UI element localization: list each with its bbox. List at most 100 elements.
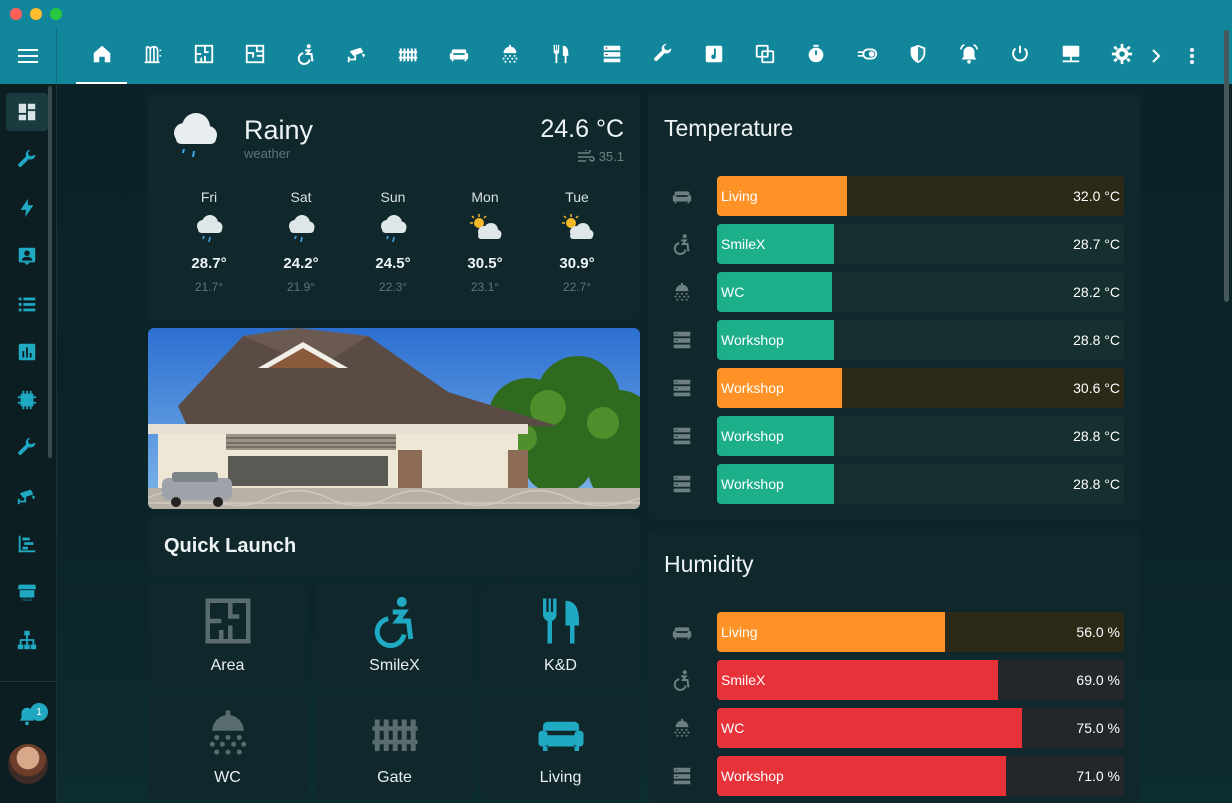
tab-cctv[interactable] bbox=[331, 28, 382, 84]
tab-toggle[interactable] bbox=[841, 28, 892, 84]
forecast-day: Fri 28.7° 21.7° bbox=[174, 189, 244, 294]
sensor-label: SmileX bbox=[721, 236, 766, 252]
tab-wheelchair[interactable] bbox=[280, 28, 331, 84]
sidebar-item-network[interactable] bbox=[6, 621, 48, 659]
sidebar-item-settings-tools[interactable] bbox=[6, 429, 48, 467]
copy-icon bbox=[754, 43, 776, 70]
sensor-row[interactable]: Workshop 28.8 °C bbox=[648, 320, 1140, 360]
sensor-row[interactable]: WC 28.2 °C bbox=[648, 272, 1140, 312]
view-tabs bbox=[76, 28, 1147, 84]
sidebar-item-overview[interactable] bbox=[6, 93, 48, 131]
partly-cloudy-icon bbox=[542, 209, 612, 249]
tab-home[interactable] bbox=[76, 28, 127, 84]
silverware-icon bbox=[550, 43, 572, 70]
more-vertical-icon[interactable] bbox=[1180, 44, 1204, 68]
sidebar-item-timeline[interactable] bbox=[6, 525, 48, 563]
sensor-row[interactable]: SmileX 69.0 % bbox=[648, 660, 1140, 700]
quick-launch-smilex[interactable]: SmileX bbox=[315, 583, 474, 687]
page-scrollbar[interactable] bbox=[1224, 30, 1229, 302]
tab-radiator[interactable] bbox=[127, 28, 178, 84]
forecast-low: 21.7° bbox=[194, 280, 224, 294]
server-icon bbox=[670, 473, 694, 495]
sensor-row[interactable]: Workshop 71.0 % bbox=[648, 756, 1140, 796]
sidebar-item-chip[interactable] bbox=[6, 381, 48, 419]
store-icon: HACS bbox=[17, 584, 37, 602]
sensor-bar: Living 56.0 % bbox=[717, 612, 1124, 652]
weather-wind: 35.1 bbox=[577, 149, 624, 164]
tab-server[interactable] bbox=[586, 28, 637, 84]
sensor-row[interactable]: Workshop 30.6 °C bbox=[648, 368, 1140, 408]
tab-floor-plan-alt[interactable] bbox=[229, 28, 280, 84]
temperature-title: Temperature bbox=[664, 115, 794, 141]
list-icon bbox=[18, 297, 36, 312]
quick-launch-wc[interactable]: WC bbox=[148, 695, 307, 799]
lightning-icon bbox=[20, 198, 34, 218]
sensor-row[interactable]: Workshop 28.8 °C bbox=[648, 464, 1140, 504]
tab-shower[interactable] bbox=[484, 28, 535, 84]
sofa-icon bbox=[670, 621, 694, 643]
sensor-label: Workshop bbox=[721, 380, 784, 396]
sidebar-item-list[interactable] bbox=[6, 285, 48, 323]
wheelchair-icon bbox=[670, 233, 694, 255]
sensor-row[interactable]: Living 32.0 °C bbox=[648, 176, 1140, 216]
sidebar-item-history[interactable] bbox=[6, 333, 48, 371]
sensor-row[interactable]: SmileX 28.7 °C bbox=[648, 224, 1140, 264]
sidebar-item-person[interactable] bbox=[6, 237, 48, 275]
weather-condition: Rainy bbox=[244, 115, 314, 145]
wind-icon bbox=[577, 149, 595, 162]
house-photo bbox=[148, 328, 640, 509]
sidebar-item-energy[interactable] bbox=[6, 189, 48, 227]
forecast-high: 28.7° bbox=[191, 255, 227, 272]
tab-floor-plan[interactable] bbox=[178, 28, 229, 84]
forecast-day: Sat 24.2° 21.9° bbox=[266, 189, 336, 294]
tab-sofa[interactable] bbox=[433, 28, 484, 84]
wrench-icon bbox=[652, 43, 674, 70]
sidebar-item-tools[interactable] bbox=[6, 141, 48, 179]
menu-icon[interactable] bbox=[0, 28, 57, 84]
sidebar-scrollbar[interactable] bbox=[48, 86, 52, 458]
quick-launch-gate[interactable]: Gate bbox=[315, 695, 474, 799]
tab-alarm-bell[interactable] bbox=[943, 28, 994, 84]
sensor-row[interactable]: Living 56.0 % bbox=[648, 612, 1140, 652]
quick-launch-living[interactable]: Living bbox=[481, 695, 640, 799]
forecast-day: Sun 24.5° 22.3° bbox=[358, 189, 428, 294]
humidity-title: Humidity bbox=[664, 551, 754, 577]
tab-silverware[interactable] bbox=[535, 28, 586, 84]
close-window-button[interactable] bbox=[10, 8, 22, 20]
tab-wrench[interactable] bbox=[637, 28, 688, 84]
title-bar bbox=[0, 0, 1232, 28]
tab-music[interactable] bbox=[688, 28, 739, 84]
quick-launch-k-d[interactable]: K&D bbox=[481, 583, 640, 687]
tab-gear[interactable] bbox=[1096, 28, 1147, 84]
weather-card[interactable]: Rainy weather 24.6 °C 35.1 Fri 28.7° 21.… bbox=[148, 93, 640, 320]
temperature-card: Temperature Living 32.0 °C SmileX 28.7 °… bbox=[648, 93, 1140, 520]
tab-copy[interactable] bbox=[739, 28, 790, 84]
quick-launch-label: WC bbox=[214, 769, 241, 786]
tab-fence[interactable] bbox=[382, 28, 433, 84]
sensor-row[interactable]: Workshop 28.8 °C bbox=[648, 416, 1140, 456]
tab-timer[interactable] bbox=[790, 28, 841, 84]
sidebar-item-hacs[interactable]: HACS bbox=[6, 573, 48, 611]
tab-power[interactable] bbox=[994, 28, 1045, 84]
sensor-value: 28.2 °C bbox=[1073, 284, 1120, 300]
sensor-value: 69.0 % bbox=[1076, 672, 1120, 688]
chevron-right-icon[interactable] bbox=[1146, 44, 1166, 68]
zoom-window-button[interactable] bbox=[50, 8, 62, 20]
sensor-row[interactable]: WC 75.0 % bbox=[648, 708, 1140, 748]
sidebar-divider bbox=[0, 681, 57, 682]
sidebar-item-cameras[interactable] bbox=[6, 477, 48, 515]
home-icon bbox=[91, 43, 113, 70]
tab-desktop[interactable] bbox=[1045, 28, 1096, 84]
sensor-bar: Workshop 71.0 % bbox=[717, 756, 1124, 796]
avatar[interactable] bbox=[8, 744, 48, 784]
minimize-window-button[interactable] bbox=[30, 8, 42, 20]
sensor-value: 75.0 % bbox=[1076, 720, 1120, 736]
sensor-value: 30.6 °C bbox=[1073, 380, 1120, 396]
tab-shield[interactable] bbox=[892, 28, 943, 84]
forecast-day-label: Fri bbox=[200, 189, 218, 205]
silverware-icon bbox=[481, 593, 640, 649]
quick-launch-area[interactable]: Area bbox=[148, 583, 307, 687]
forecast-high: 24.5° bbox=[375, 255, 411, 272]
forecast-low: 22.3° bbox=[378, 280, 408, 294]
radiator-icon bbox=[142, 43, 164, 70]
